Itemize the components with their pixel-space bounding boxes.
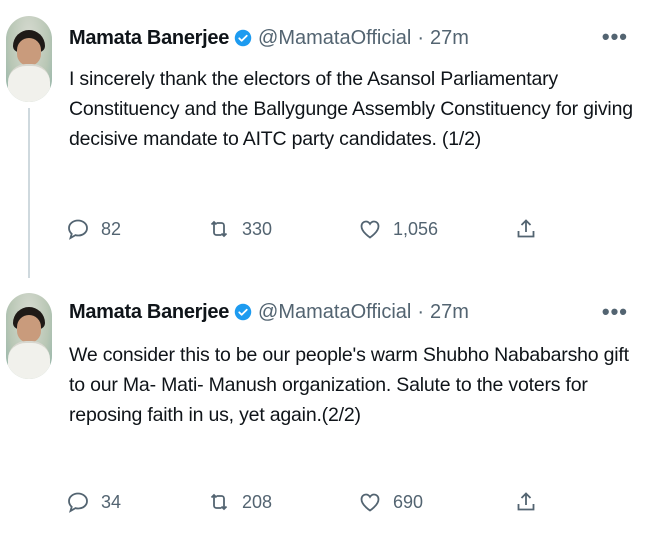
tweet-text: We consider this to be our people's warm… — [69, 344, 629, 426]
tweet-text: I sincerely thank the electors of the As… — [69, 68, 633, 150]
share-icon — [517, 219, 535, 238]
timestamp[interactable]: 27m — [430, 27, 469, 50]
reply-icon — [68, 492, 88, 513]
share-button[interactable] — [514, 212, 538, 246]
like-icon — [360, 493, 380, 512]
tweet-2[interactable]: Mamata Banerjee @MamataOfficial · 27m ••… — [0, 275, 650, 540]
thread-line — [28, 108, 30, 278]
reply-count: 34 — [101, 491, 122, 512]
author-handle[interactable]: @MamataOfficial — [258, 27, 411, 50]
reply-icon — [68, 219, 88, 240]
tweet-actions: 82 330 1,056 — [66, 212, 546, 246]
verified-badge-icon — [234, 303, 252, 321]
separator-dot: · — [417, 300, 425, 323]
retweet-button[interactable]: 330 — [207, 212, 272, 246]
author-name[interactable]: Mamata Banerjee — [69, 27, 229, 50]
timestamp[interactable]: 27m — [430, 301, 469, 324]
share-button[interactable] — [514, 485, 538, 519]
author-handle[interactable]: @MamataOfficial — [258, 301, 411, 324]
like-count: 1,056 — [393, 218, 439, 239]
tweet-header: Mamata Banerjee @MamataOfficial · 27m — [69, 26, 469, 50]
retweet-button[interactable]: 208 — [207, 485, 272, 519]
retweet-icon — [210, 220, 228, 238]
more-icon[interactable]: ••• — [602, 299, 628, 325]
share-icon — [517, 492, 535, 511]
retweet-icon — [210, 493, 228, 511]
avatar[interactable] — [6, 16, 52, 102]
retweet-count: 330 — [242, 218, 273, 239]
tweet-header: Mamata Banerjee @MamataOfficial · 27m — [69, 300, 469, 324]
like-count: 690 — [393, 491, 424, 512]
author-name[interactable]: Mamata Banerjee — [69, 301, 229, 324]
more-icon[interactable]: ••• — [602, 24, 628, 50]
reply-button[interactable]: 34 — [66, 485, 121, 519]
verified-badge-icon — [234, 29, 252, 47]
reply-button[interactable]: 82 — [66, 212, 121, 246]
like-button[interactable]: 690 — [358, 485, 423, 519]
tweet-1[interactable]: Mamata Banerjee @MamataOfficial · 27m ••… — [0, 0, 650, 278]
avatar[interactable] — [6, 293, 52, 379]
like-button[interactable]: 1,056 — [358, 212, 438, 246]
reply-count: 82 — [101, 218, 122, 239]
tweet-actions: 34 208 690 — [66, 485, 546, 519]
retweet-count: 208 — [242, 491, 273, 512]
like-icon — [360, 220, 380, 239]
separator-dot: · — [417, 26, 425, 49]
